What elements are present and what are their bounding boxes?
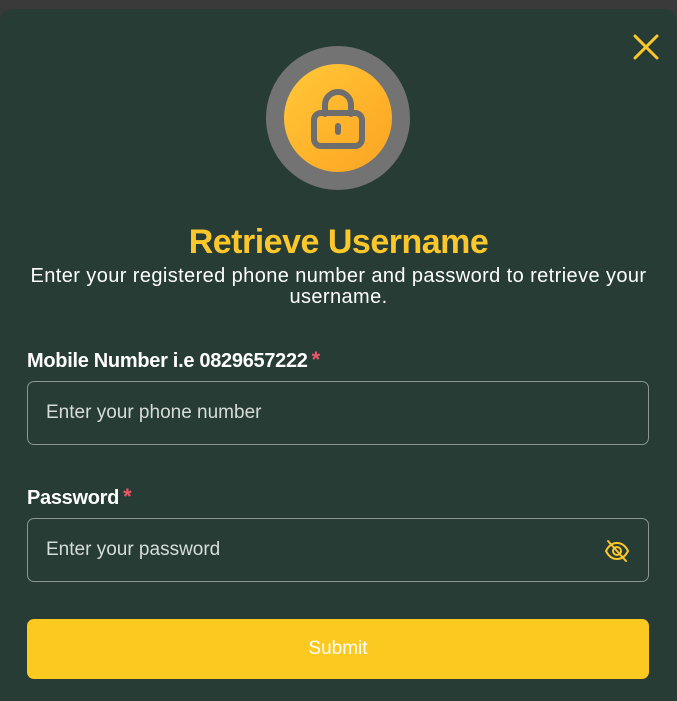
dialog-title: Retrieve Username	[188, 223, 489, 261]
phone-label-text: Mobile Number i.e 0829657222	[27, 350, 308, 372]
phone-input-wrapper	[27, 381, 649, 445]
lock-icon	[311, 89, 365, 149]
close-button[interactable]	[632, 33, 660, 61]
close-icon[interactable]	[632, 33, 660, 61]
phone-input[interactable]	[28, 382, 648, 444]
password-input[interactable]	[28, 519, 648, 581]
password-field-label: Password *	[27, 484, 132, 510]
password-label-text: Password	[27, 487, 120, 509]
password-input-wrapper	[27, 518, 649, 582]
lock-badge-inner	[284, 64, 392, 172]
required-asterisk: *	[311, 347, 321, 372]
phone-field-label: Mobile Number i.e 0829657222 *	[27, 347, 320, 373]
eye-off-icon[interactable]	[604, 538, 630, 564]
submit-button[interactable]: Submit	[27, 619, 649, 679]
required-asterisk: *	[123, 484, 132, 509]
retrieve-username-dialog: Retrieve Username Enter your registered …	[0, 9, 677, 701]
lock-badge	[266, 46, 410, 190]
dialog-subtitle: Enter your registered phone number and p…	[30, 265, 647, 308]
